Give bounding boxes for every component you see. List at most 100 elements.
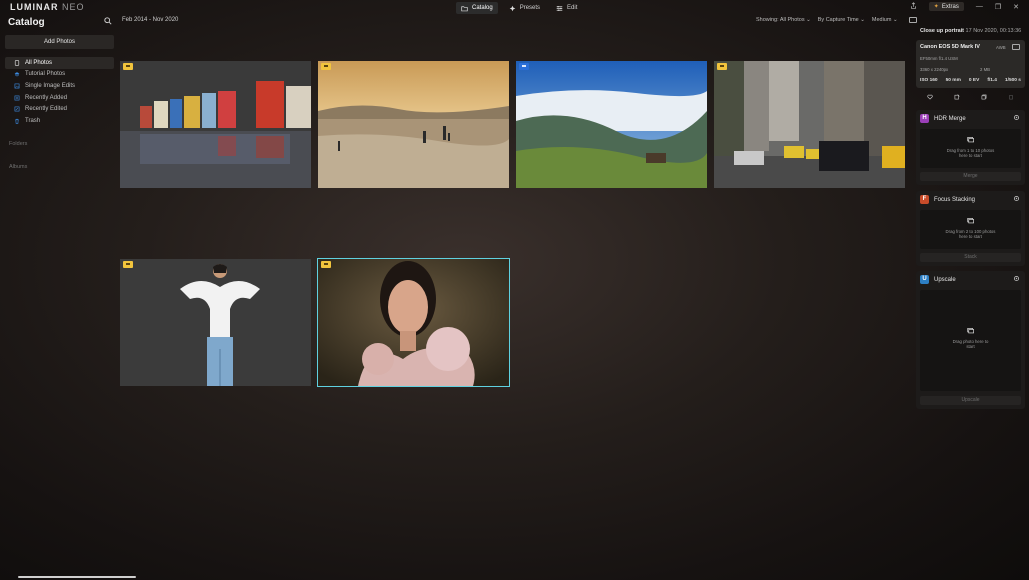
tab-catalog[interactable]: Catalog [456,2,498,14]
photo-close-up-portrait [318,259,509,386]
focus-drop-zone[interactable]: Drag from 2 to 100 photos here to start [920,210,1021,249]
upscale-title: Upscale [934,276,956,283]
maximize-icon[interactable]: ❐ [995,3,1001,11]
photo-city [714,61,905,188]
upscale-card: U Upscale Drag photo here to start Upsca… [916,271,1025,409]
title-bar: LUMINAR NEO Catalog Presets Edit ✦ Extra… [0,0,1029,16]
photo-valley [516,61,707,188]
tab-presets[interactable]: Presets [504,2,545,14]
edited-badge-icon [321,63,331,70]
info-resolution: 3360 x 2240px [920,67,949,72]
photo-houses [120,61,311,188]
single-image-icon [14,83,20,89]
photo-thumbnail-selected[interactable] [317,258,510,387]
photo-thumbnail[interactable] [120,61,311,188]
main-nav: Catalog Presets Edit [456,2,582,14]
recently-added-icon [14,95,20,100]
page-title: Catalog [8,17,45,28]
search-icon[interactable] [104,17,112,25]
recently-edited-icon [14,106,20,112]
share-icon[interactable] [910,2,917,11]
image-stack-icon [967,328,974,334]
minimize-icon[interactable]: — [976,3,983,10]
info-photo-title: Close up portrait [920,28,965,34]
photo-thumbnail[interactable] [714,61,905,188]
photo-woman-white-shirt [120,259,311,386]
photo-thumbnail[interactable] [318,61,509,188]
focus-drop-text: Drag from 2 to 100 photos here to start [945,229,996,240]
tab-edit[interactable]: Edit [551,2,582,14]
exif-block: Canon EOS 5D Mark IV AWB EF50mm f/1.4 US… [916,40,1025,88]
extras-icon: ✦ [933,4,939,10]
close-icon[interactable]: ✕ [1013,3,1019,11]
hdr-merge-icon: H [920,114,929,123]
albums-section-label[interactable]: Albums [9,164,27,170]
sidebar: Catalog Add Photos All Photos Tutorial P… [0,14,118,580]
info-camera: Canon EOS 5D Mark IV [920,44,980,50]
merge-button[interactable]: Merge [920,172,1021,181]
sidebar-item-tutorial-photos[interactable]: Tutorial Photos [5,69,114,81]
exif-row: ISO 160 50 mm 0 EV f/1.4 1/500 s [920,78,1021,83]
photo-info-panel: Close up portrait 17 Nov 2020, 00:13:36 … [916,23,1025,106]
focus-stacking-title: Focus Stacking [934,196,976,203]
sidebar-item-single-image-edits[interactable]: Single Image Edits [5,80,114,92]
window-controls: ✦ Extras — ❐ ✕ [910,2,1019,11]
info-filesize: 2 MB [980,67,991,72]
edited-badge-icon [123,261,133,268]
date-range: Feb 2014 - Nov 2020 [122,17,179,23]
presets-icon [509,5,515,11]
folder-icon [461,5,468,11]
raw-badge-icon [519,63,529,70]
thumbnail-size-dropdown[interactable]: Medium ⌄ [872,17,898,23]
info-aperture: f/1.4 [987,78,997,83]
exif-toggle-icon[interactable] [1012,44,1020,50]
hdr-merge-title: HDR Merge [934,115,966,122]
horizontal-scrollbar[interactable] [18,576,136,578]
folders-section-label[interactable]: Folders [9,141,27,147]
sliders-icon [556,5,563,11]
edited-badge-icon [123,63,133,70]
graduation-cap-icon [14,72,20,77]
info-shutter: 1/500 s [1004,78,1021,83]
photo-thumbnail[interactable] [120,259,311,386]
sidebar-nav: All Photos Tutorial Photos Single Image … [5,57,114,127]
toggle-panel-icon[interactable] [908,17,917,23]
view-options: Showing: All Photos ⌄ By Capture Time ⌄ … [756,17,917,23]
sidebar-item-recently-edited[interactable]: Recently Edited [5,103,114,115]
upscale-icon: U [920,275,929,284]
image-stack-icon [967,137,974,143]
sidebar-item-trash[interactable]: Trash [5,115,114,127]
info-date: 17 Nov 2020, 00:13:36 [965,28,1022,34]
edited-badge-icon [321,261,331,268]
photo-beach [318,61,509,188]
extras-button[interactable]: ✦ Extras [928,2,964,11]
settings-icon[interactable] [1013,275,1020,282]
delete-icon[interactable] [1008,94,1014,100]
photo-actions [916,94,1025,100]
heart-icon[interactable] [926,94,933,100]
photos-icon [14,60,20,66]
trash-icon [15,118,19,124]
upscale-drop-zone[interactable]: Drag photo here to start [920,290,1021,391]
info-lens: EF50mm f/1.4 USM [920,56,958,61]
photo-thumbnail[interactable] [516,61,707,188]
sidebar-item-recently-added[interactable]: Recently Added [5,92,114,104]
edited-badge-icon [717,63,727,70]
info-exposure: 0 EV [968,78,980,83]
focus-stacking-card: F Focus Stacking Drag from 2 to 100 phot… [916,191,1025,266]
add-photos-button[interactable]: Add Photos [5,35,114,49]
settings-icon[interactable] [1013,195,1020,202]
edit-icon[interactable] [954,94,960,100]
info-focal-length: 50 mm [945,78,961,83]
showing-filter[interactable]: Showing: All Photos ⌄ [756,17,811,23]
stack-button[interactable]: Stack [920,253,1021,262]
settings-icon[interactable] [1013,114,1020,121]
sort-dropdown[interactable]: By Capture Time ⌄ [818,17,865,23]
sidebar-item-all-photos[interactable]: All Photos [5,57,114,69]
upscale-button[interactable]: Upscale [920,396,1021,405]
info-wb: AWB [996,45,1006,50]
info-iso: ISO 160 [920,78,938,83]
image-stack-icon [967,218,974,224]
hdr-drop-zone[interactable]: Drag from 1 to 10 photos here to start [920,129,1021,168]
duplicate-icon[interactable] [981,94,987,100]
